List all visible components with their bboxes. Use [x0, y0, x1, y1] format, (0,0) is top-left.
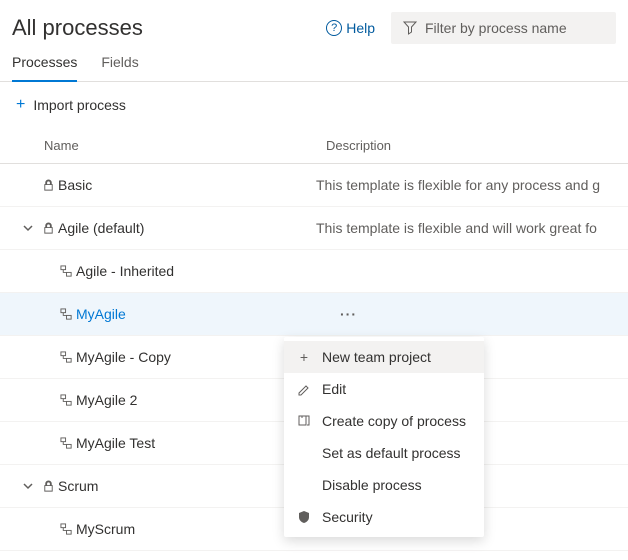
menu-label: New team project	[322, 349, 431, 365]
process-row-myagile[interactable]: MyAgile ···	[0, 293, 628, 336]
menu-disable-process[interactable]: Disable process	[284, 469, 484, 501]
lock-icon	[38, 480, 58, 493]
inherit-icon	[56, 308, 76, 321]
column-name: Name	[44, 138, 326, 153]
inherit-icon	[56, 351, 76, 364]
menu-label: Security	[322, 509, 373, 525]
lock-icon	[38, 179, 58, 192]
process-name: MyAgile Test	[76, 435, 155, 451]
filter-icon	[403, 21, 417, 35]
process-desc: This template is flexible for any proces…	[316, 177, 628, 193]
tab-processes[interactable]: Processes	[12, 54, 77, 82]
chevron-down-icon[interactable]	[18, 480, 38, 492]
process-name: MyAgile 2	[76, 392, 137, 408]
menu-label: Disable process	[322, 477, 422, 493]
process-row-agile-inherited[interactable]: Agile - Inherited	[0, 250, 628, 293]
column-description: Description	[326, 138, 628, 153]
process-name: Basic	[58, 177, 92, 193]
menu-new-team-project[interactable]: + New team project	[284, 341, 484, 373]
help-label: Help	[346, 20, 375, 36]
menu-label: Set as default process	[322, 445, 461, 461]
inherit-icon	[56, 394, 76, 407]
plus-icon: +	[16, 96, 25, 114]
process-name: MyAgile	[76, 306, 126, 322]
import-process-button[interactable]: + Import process	[0, 82, 628, 128]
process-row-agile[interactable]: Agile (default) This template is flexibl…	[0, 207, 628, 250]
context-menu: + New team project Edit Create copy of p…	[284, 337, 484, 537]
tabs: Processes Fields	[0, 44, 628, 82]
page-title: All processes	[12, 15, 326, 41]
shield-icon	[296, 509, 312, 525]
help-link[interactable]: ? Help	[326, 20, 375, 36]
menu-label: Create copy of process	[322, 413, 466, 429]
plus-icon: +	[296, 349, 312, 365]
chevron-down-icon[interactable]	[18, 222, 38, 234]
inherit-icon	[56, 523, 76, 536]
inherit-icon	[56, 265, 76, 278]
process-name: Agile - Inherited	[76, 263, 174, 279]
menu-security[interactable]: Security	[284, 501, 484, 533]
filter-input[interactable]: Filter by process name	[391, 12, 616, 44]
copy-icon	[296, 413, 312, 429]
menu-edit[interactable]: Edit	[284, 373, 484, 405]
process-row-basic[interactable]: Basic This template is flexible for any …	[0, 164, 628, 207]
filter-placeholder: Filter by process name	[425, 20, 567, 36]
pencil-icon	[296, 381, 312, 397]
process-name: Agile (default)	[58, 220, 144, 236]
process-name: Scrum	[58, 478, 98, 494]
tab-fields[interactable]: Fields	[101, 54, 138, 81]
blank-icon	[296, 477, 312, 493]
menu-create-copy[interactable]: Create copy of process	[284, 405, 484, 437]
blank-icon	[296, 445, 312, 461]
lock-icon	[38, 222, 58, 235]
menu-set-default[interactable]: Set as default process	[284, 437, 484, 469]
import-label: Import process	[33, 97, 126, 113]
process-name: MyScrum	[76, 521, 135, 537]
process-desc: This template is flexible and will work …	[316, 220, 628, 236]
inherit-icon	[56, 437, 76, 450]
menu-label: Edit	[322, 381, 346, 397]
process-name: MyAgile - Copy	[76, 349, 171, 365]
more-actions-button[interactable]: ···	[334, 306, 357, 322]
list-header: Name Description	[0, 128, 628, 164]
help-icon: ?	[326, 20, 342, 36]
